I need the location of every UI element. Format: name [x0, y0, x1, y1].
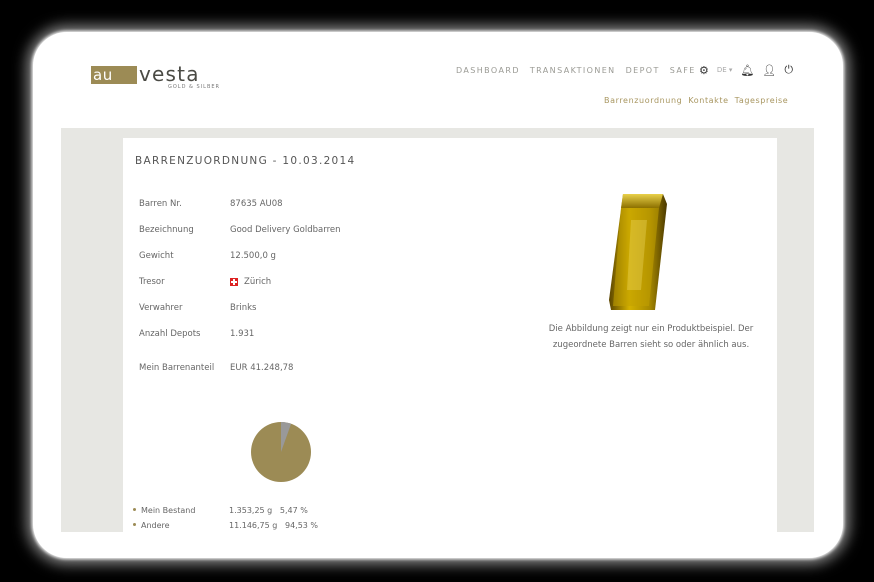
header-icons: ⚙ DE ▾ 🔔︎ 👤︎ ⏻ — [699, 63, 793, 77]
header: au vesta GOLD & SILBER DASHBOARD TRANSAK… — [61, 54, 814, 128]
legend-label: Mein Bestand — [141, 506, 196, 515]
field-value: 1.931 — [230, 329, 255, 339]
language-label: DE — [716, 66, 727, 74]
legend-weight: 11.146,75 g — [229, 521, 278, 530]
legend-marker — [133, 508, 136, 511]
field-label: Gewicht — [139, 251, 174, 261]
field-value: 87635 AU08 — [230, 199, 283, 209]
subnav-kontakte[interactable]: Kontakte — [688, 96, 728, 105]
field-value: Brinks — [230, 303, 257, 313]
field-label: Mein Barrenanteil — [139, 363, 215, 373]
user-icon[interactable]: 👤︎ — [762, 64, 776, 77]
legend-value: 1.353,25 g 5,47 % — [229, 506, 308, 515]
bell-icon[interactable]: 🔔︎ — [740, 64, 754, 77]
field-value-wrap: Zürich — [230, 277, 271, 287]
field-label: Barren Nr. — [139, 199, 182, 209]
logo-mark[interactable]: au — [91, 66, 137, 84]
field-label: Verwahrer — [139, 303, 183, 313]
nav-safe[interactable]: SAFE — [670, 66, 696, 75]
gear-icon[interactable]: ⚙ — [699, 64, 709, 77]
app-screen: au vesta GOLD & SILBER DASHBOARD TRANSAK… — [61, 54, 814, 532]
nav-depot[interactable]: DEPOT — [626, 66, 660, 75]
ownership-pie-chart — [251, 422, 311, 482]
field-value: EUR 41.248,78 — [230, 363, 294, 373]
legend-marker — [133, 523, 136, 526]
logo-text[interactable]: vesta — [139, 63, 200, 85]
nav-transaktionen[interactable]: TRANSAKTIONEN — [530, 66, 616, 75]
power-icon[interactable]: ⏻ — [784, 63, 793, 77]
field-value: 12.500,0 g — [230, 251, 276, 261]
legend-value: 11.146,75 g 94,53 % — [229, 521, 318, 530]
field-label: Tresor — [139, 277, 165, 287]
nav-dashboard[interactable]: DASHBOARD — [456, 66, 520, 75]
legend-label: Andere — [141, 521, 170, 530]
swiss-flag-icon — [230, 277, 238, 286]
field-label: Anzahl Depots — [139, 329, 201, 339]
legend-weight: 1.353,25 g — [229, 506, 273, 515]
caption-line-1: Die Abbildung zeigt nur ein Produktbeisp… — [548, 324, 754, 334]
legend-percent: 94,53 % — [284, 521, 319, 530]
legend-percent: 5,47 % — [279, 506, 308, 515]
main-nav: DASHBOARD TRANSAKTIONEN DEPOT SAFE — [456, 66, 696, 75]
field-label: Bezeichnung — [139, 225, 194, 235]
sub-nav: Barrenzuordnung Kontakte Tagespreise — [604, 96, 788, 105]
field-value: Good Delivery Goldbarren — [230, 225, 341, 235]
page-title: BARRENZUORDNUNG - 10.03.2014 — [135, 155, 356, 167]
field-value: Zürich — [244, 277, 272, 287]
subnav-barrenzuordnung[interactable]: Barrenzuordnung — [604, 96, 682, 105]
caption-line-2: zugeordnete Barren sieht so oder ähnlich… — [552, 340, 750, 350]
bar-allocation-card: BARRENZUORDNUNG - 10.03.2014 Barren Nr. … — [123, 138, 777, 532]
gold-bar-image — [609, 194, 667, 310]
subnav-tagespreise[interactable]: Tagespreise — [735, 96, 789, 105]
language-select[interactable]: DE ▾ — [717, 66, 733, 74]
logo-tagline: GOLD & SILBER — [168, 84, 221, 90]
image-caption: Die Abbildung zeigt nur ein Produktbeisp… — [531, 321, 771, 353]
